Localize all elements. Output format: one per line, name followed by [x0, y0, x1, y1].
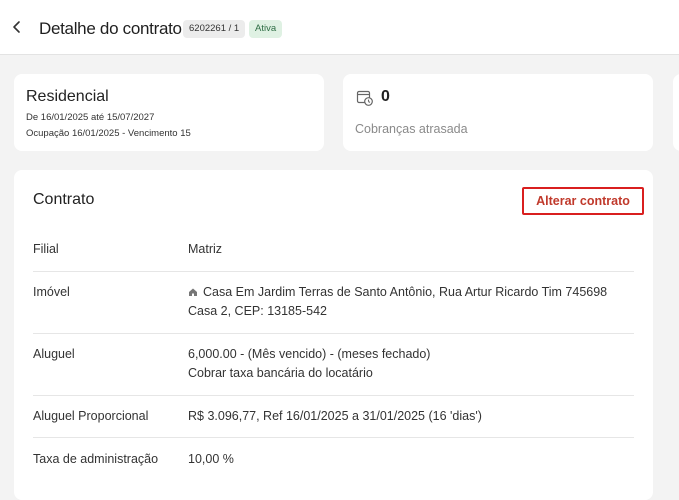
contract-type-title: Residencial [26, 88, 109, 105]
row-value-line1: Casa Em Jardim Terras de Santo Antônio, … [203, 285, 608, 299]
divider [33, 333, 634, 334]
row-value: Matriz [188, 242, 223, 256]
row-value-line2: Cobrar taxa bancária do locatário [188, 366, 373, 380]
overdue-label: Cobranças atrasada [355, 122, 468, 136]
contract-summary-card: Residencial De 16/01/2025 até 15/07/2027… [14, 74, 324, 151]
overdue-count: 0 [381, 88, 390, 105]
divider [33, 271, 634, 272]
row-value: R$ 3.096,77, Ref 16/01/2025 a 31/01/2025… [188, 409, 482, 423]
page-header: Detalhe do contrato 6202261 / 1 Ativa [0, 0, 679, 55]
property-address: Casa Em Jardim Terras de Santo Antônio, … [188, 283, 607, 302]
contract-period: De 16/01/2025 até 15/07/2027 [26, 112, 155, 123]
section-title: Contrato [33, 191, 95, 208]
contract-id-badge: 6202261 / 1 [183, 20, 246, 38]
row-value-line1: 6,000.00 - (Mês vencido) - (meses fechad… [188, 347, 431, 361]
row-label: Aluguel [33, 347, 75, 361]
partial-card [673, 74, 679, 151]
row-value-line2: Casa 2, CEP: 13185-542 [188, 304, 327, 318]
contract-occupancy: Ocupação 16/01/2025 - Vencimento 15 [26, 128, 191, 139]
divider [33, 437, 634, 438]
row-label: Imóvel [33, 285, 70, 299]
home-icon [189, 288, 197, 296]
divider [33, 395, 634, 396]
row-value: 10,00 % [188, 452, 234, 466]
contract-details-card: Contrato Alterar contrato Filial Matriz … [14, 170, 653, 500]
row-label: Taxa de administração [33, 452, 159, 466]
overdue-card: 0 Cobranças atrasada [343, 74, 653, 151]
row-label: Filial [33, 242, 59, 256]
back-chevron-icon[interactable] [8, 18, 26, 36]
calendar-clock-icon [356, 89, 374, 107]
page-title: Detalhe do contrato [39, 19, 182, 38]
alter-contract-button[interactable]: Alterar contrato [522, 187, 644, 215]
status-badge: Ativa [249, 20, 283, 38]
row-label: Aluguel Proporcional [33, 409, 149, 423]
